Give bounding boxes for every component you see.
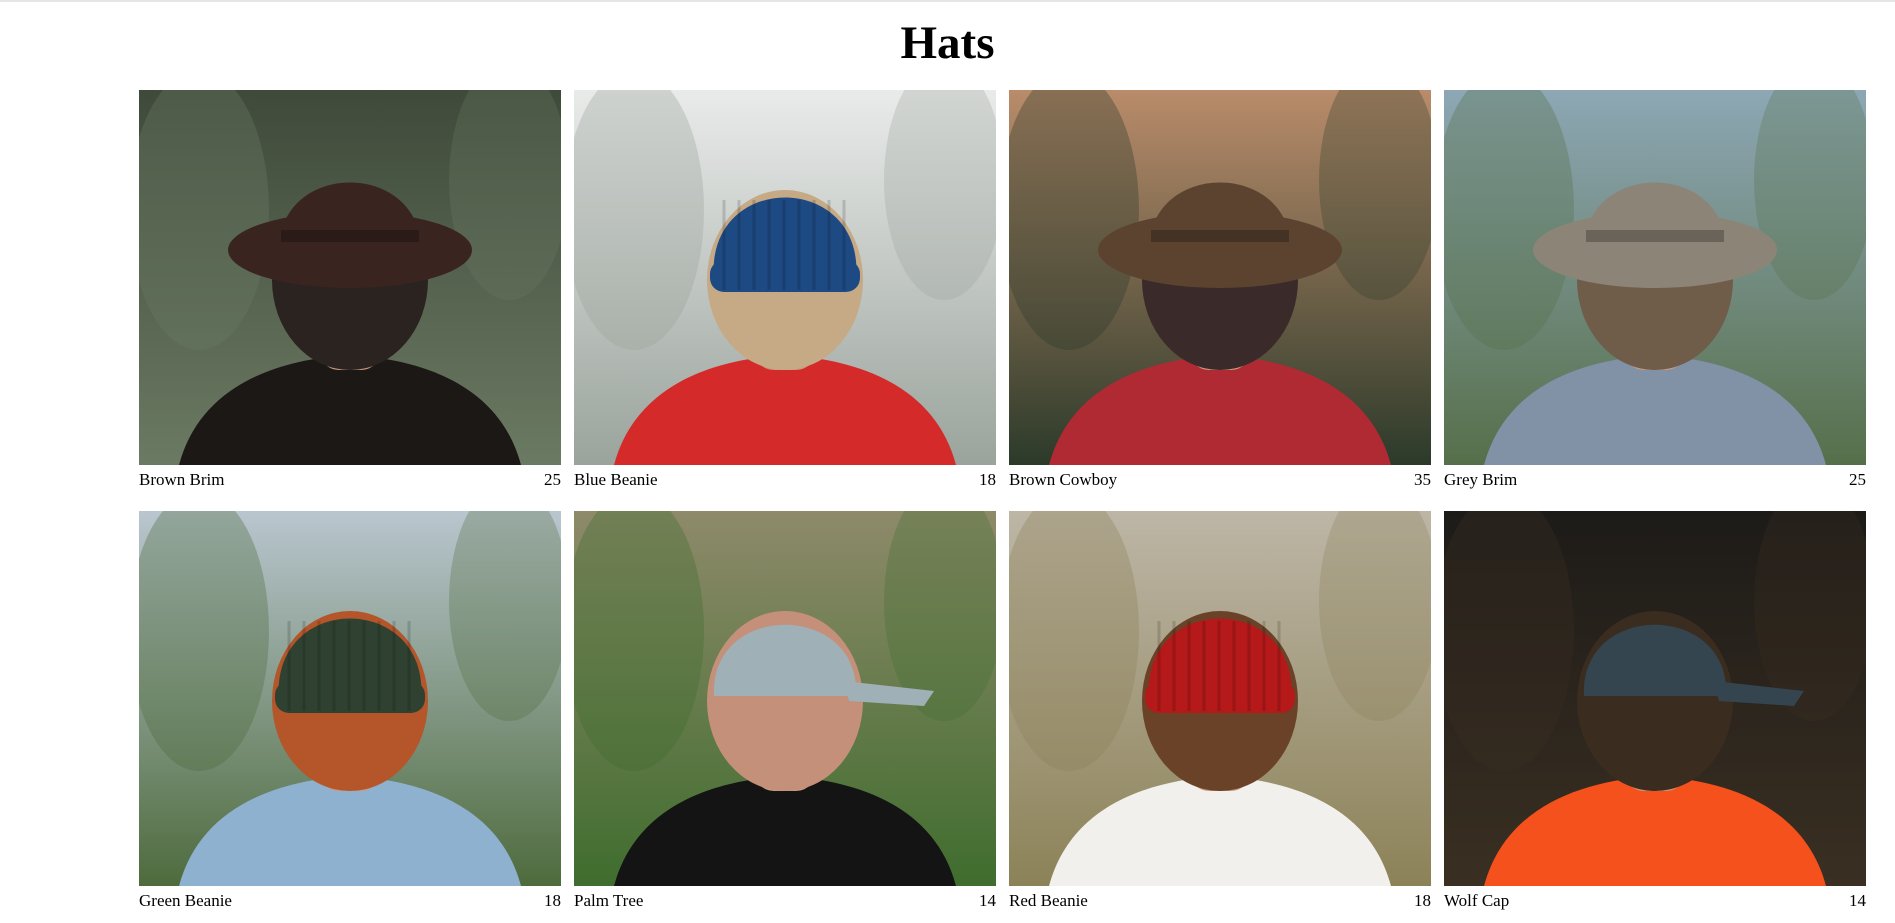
product-image[interactable] (1444, 511, 1866, 886)
product-name: Brown Brim (139, 470, 225, 489)
shop-page: Hats Brown Brim 25 Blue Beanie 18 Brown … (0, 0, 1895, 923)
product-card[interactable]: Wolf Cap 14 (1444, 511, 1866, 913)
product-footer: Red Beanie 18 (1009, 886, 1431, 913)
product-price: 14 (979, 891, 996, 910)
product-card[interactable]: Blue Beanie 18 (574, 90, 996, 492)
product-name: Palm Tree (574, 891, 644, 910)
product-price: 18 (544, 891, 561, 910)
product-card[interactable]: Grey Brim 25 (1444, 90, 1866, 492)
product-footer: Brown Cowboy 35 (1009, 465, 1431, 492)
product-name: Green Beanie (139, 891, 232, 910)
product-footer: Green Beanie 18 (139, 886, 561, 913)
brown-cowboy-photo (1009, 90, 1431, 465)
product-name: Brown Cowboy (1009, 470, 1118, 489)
blue-beanie-photo (574, 90, 996, 465)
product-card[interactable]: Brown Cowboy 35 (1009, 90, 1431, 492)
product-footer: Grey Brim 25 (1444, 465, 1866, 492)
product-price: 25 (544, 470, 561, 489)
product-price: 14 (1849, 891, 1866, 910)
product-name: Grey Brim (1444, 470, 1518, 489)
product-footer: Palm Tree 14 (574, 886, 996, 913)
product-image[interactable] (139, 90, 561, 465)
page-title: Hats (900, 17, 995, 69)
grey-brim-photo (1444, 90, 1866, 465)
product-footer: Brown Brim 25 (139, 465, 561, 492)
product-card[interactable]: Brown Brim 25 (139, 90, 561, 492)
red-beanie-photo (1009, 511, 1431, 886)
product-price: 18 (1414, 891, 1431, 910)
product-image[interactable] (574, 511, 996, 886)
product-name: Red Beanie (1009, 891, 1088, 910)
brown-brim-photo (139, 90, 561, 465)
product-price: 35 (1414, 470, 1431, 489)
product-image[interactable] (574, 90, 996, 465)
product-footer: Blue Beanie 18 (574, 465, 996, 492)
product-price: 25 (1849, 470, 1866, 489)
product-image[interactable] (1009, 511, 1431, 886)
top-divider (0, 0, 1895, 2)
product-image[interactable] (1444, 90, 1866, 465)
product-image[interactable] (139, 511, 561, 886)
product-name: Wolf Cap (1444, 891, 1510, 910)
product-image[interactable] (1009, 90, 1431, 465)
product-card[interactable]: Palm Tree 14 (574, 511, 996, 913)
product-card[interactable]: Red Beanie 18 (1009, 511, 1431, 913)
green-beanie-photo (139, 511, 561, 886)
product-name: Blue Beanie (574, 470, 658, 489)
wolf-cap-photo (1444, 511, 1866, 886)
product-grid: Brown Brim 25 Blue Beanie 18 Brown Cowbo… (139, 90, 1866, 913)
product-card[interactable]: Green Beanie 18 (139, 511, 561, 913)
product-price: 18 (979, 470, 996, 489)
product-footer: Wolf Cap 14 (1444, 886, 1866, 913)
palm-tree-photo (574, 511, 996, 886)
